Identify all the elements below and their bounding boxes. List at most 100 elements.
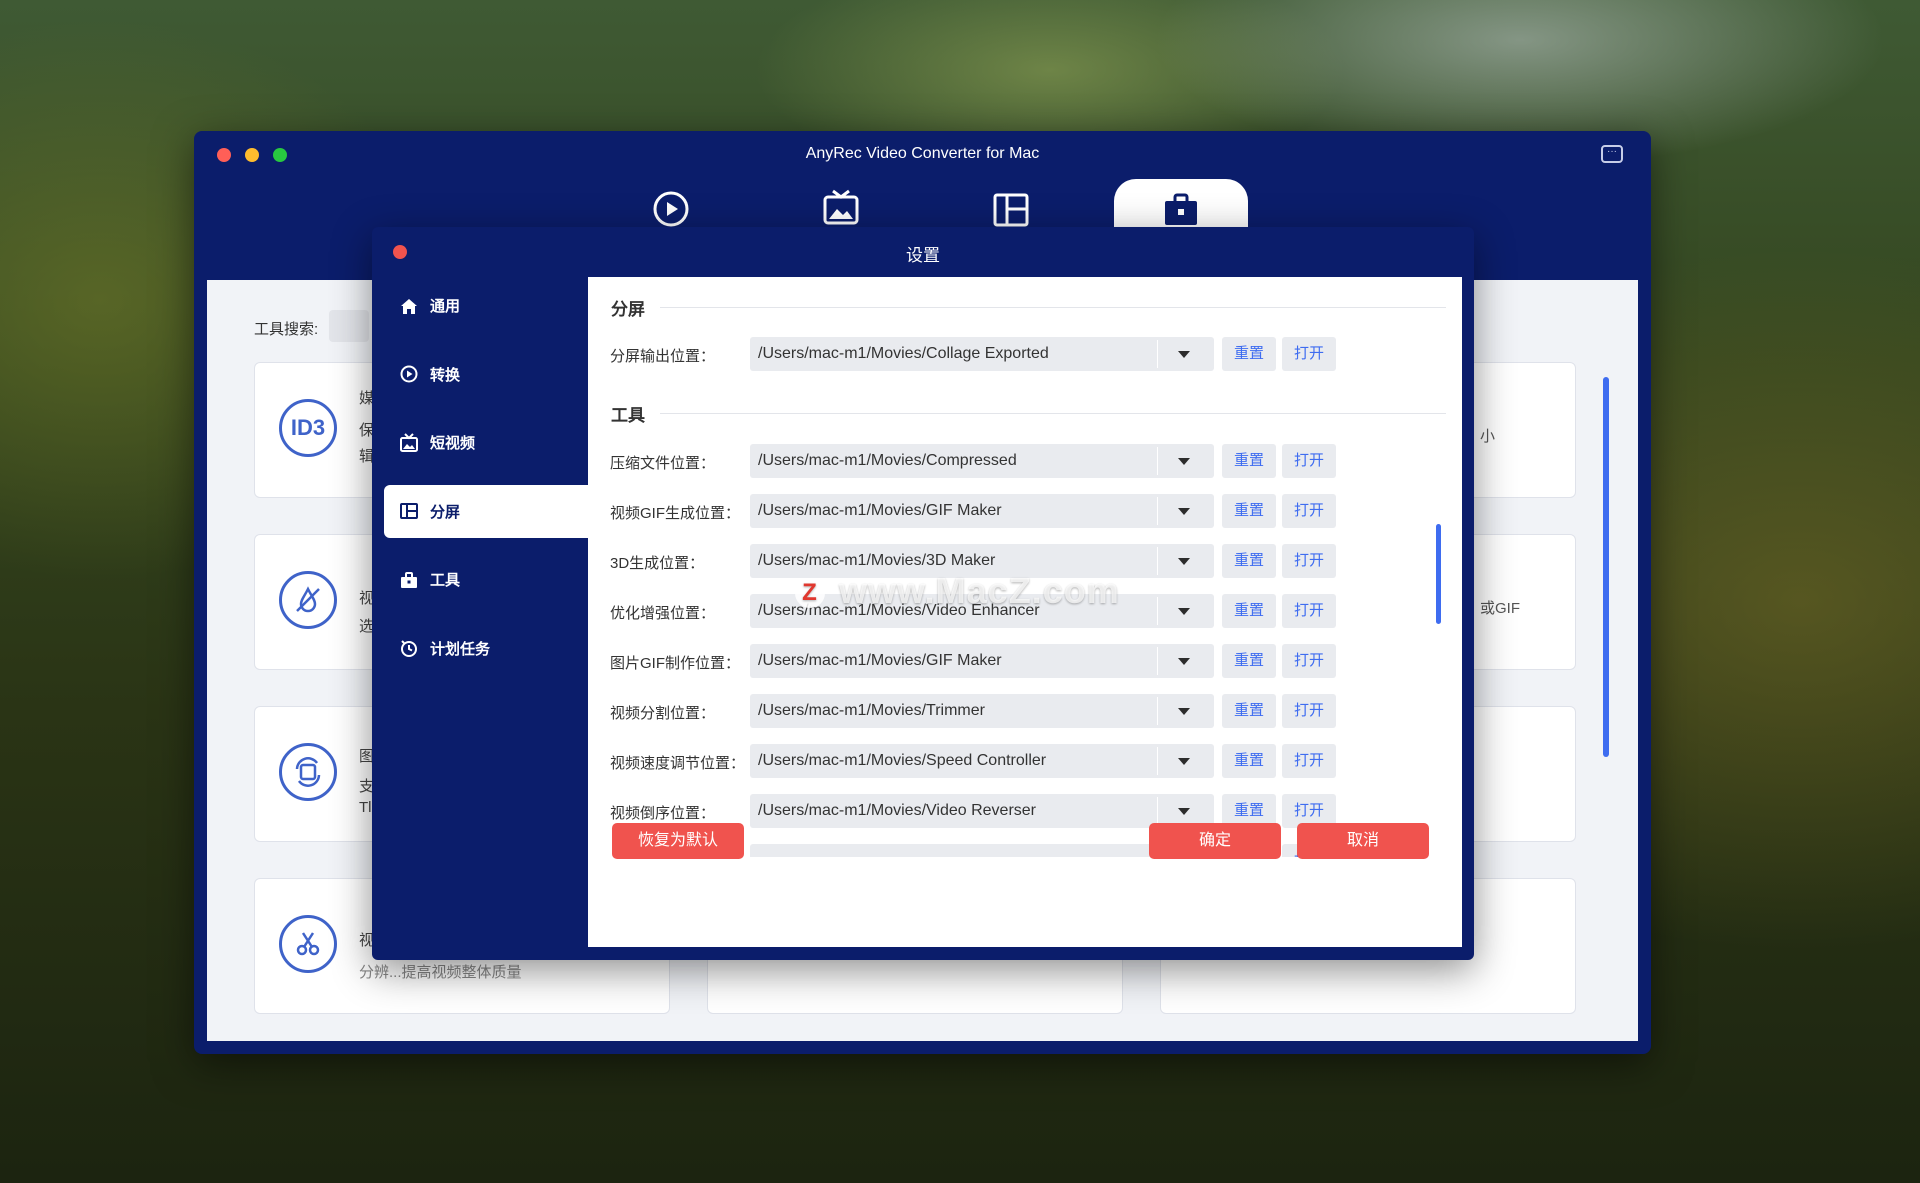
dropdown-divider — [1157, 340, 1158, 368]
toolbox-icon — [398, 569, 420, 591]
path-value: /Users/mac-m1/Movies/Compressed — [758, 452, 1017, 469]
path-value: /Users/mac-m1/Movies/Video Reverser — [758, 802, 1037, 819]
watermark: Zwww.MacZ.com — [795, 570, 1120, 612]
sidebar-item-label: 分屏 — [430, 503, 461, 521]
reset-button[interactable]: 重置 — [1222, 694, 1276, 728]
open-button[interactable]: 打开 — [1282, 444, 1336, 478]
open-button[interactable]: 打开 — [1282, 644, 1336, 678]
toolbox-scrollbar[interactable] — [1603, 377, 1609, 757]
chevron-down-icon — [1178, 458, 1190, 465]
watermark-text: www.MacZ.com — [839, 570, 1120, 611]
sidebar-item-label: 工具 — [430, 572, 461, 589]
path-dropdown[interactable]: /Users/mac-m1/Movies/GIF Maker — [750, 644, 1214, 678]
settings-row: 视频速度调节位置： /Users/mac-m1/Movies/Speed Cont… — [588, 744, 1462, 778]
path-dropdown[interactable]: /Users/mac-m1/Movies/Compressed — [750, 444, 1214, 478]
card-peek: 小 — [1480, 428, 1496, 445]
reset-button[interactable]: 重置 — [1222, 544, 1276, 578]
chevron-down-icon — [1178, 351, 1190, 358]
reset-button[interactable]: 重置 — [1222, 594, 1276, 628]
toolbox-icon — [1165, 193, 1197, 225]
chevron-down-icon — [1178, 758, 1190, 765]
path-value: /Users/mac-m1/Movies/3D Maker — [758, 552, 996, 569]
tab-toolbox[interactable] — [1114, 179, 1248, 227]
row-label: 视频分割位置： — [610, 705, 716, 722]
cancel-button[interactable]: 取消 — [1297, 823, 1429, 859]
app-title: AnyRec Video Converter for Mac — [805, 145, 1040, 162]
path-value: /Users/mac-m1/Movies/GIF Maker — [758, 502, 1002, 519]
row-label: 视频速度调节位置： — [610, 755, 746, 772]
dropdown-divider — [1157, 447, 1158, 475]
confirm-button[interactable]: 确定 — [1149, 823, 1281, 859]
sidebar-item-short-video[interactable]: 短视频 — [384, 416, 588, 469]
dropdown-divider — [1157, 697, 1158, 725]
sidebar-item-tools[interactable]: 工具 — [384, 553, 588, 606]
chevron-down-icon — [1178, 708, 1190, 715]
section-title-tools: 工具 — [611, 406, 645, 425]
path-dropdown[interactable]: /Users/mac-m1/Movies/Speed Controller — [750, 744, 1214, 778]
card-peek: Tl — [359, 799, 372, 816]
settings-row: 压缩文件位置： /Users/mac-m1/Movies/Compressed 重置… — [588, 444, 1462, 478]
dropdown-divider — [1157, 647, 1158, 675]
reset-button[interactable]: 重置 — [1222, 337, 1276, 371]
open-button[interactable]: 打开 — [1282, 744, 1336, 778]
dropdown-divider — [1157, 497, 1158, 525]
section-title-collage: 分屏 — [611, 300, 645, 319]
sidebar-item-label: 计划任务 — [430, 640, 491, 658]
converter-icon — [653, 191, 689, 227]
chevron-down-icon — [1178, 808, 1190, 815]
sidebar-item-convert[interactable]: 转换 — [384, 348, 588, 401]
path-value: /Users/mac-m1/Movies/Collage Exported — [758, 345, 1049, 362]
reset-button[interactable]: 重置 — [1222, 444, 1276, 478]
tab-mv[interactable] — [774, 179, 908, 227]
path-dropdown[interactable]: /Users/mac-m1/Movies/Trimmer — [750, 694, 1214, 728]
row-label: 3D生成位置： — [610, 555, 705, 572]
settings-panel: 分屏 分屏输出位置： /Users/mac-m1/Movies/Collage … — [588, 277, 1462, 947]
sidebar-item-label: 通用 — [430, 298, 461, 315]
open-button[interactable]: 打开 — [1282, 594, 1336, 628]
tool-search-input[interactable] — [329, 310, 369, 342]
row-label: 分屏输出位置： — [610, 348, 716, 365]
dropdown-divider — [1157, 597, 1158, 625]
scissors-icon — [279, 915, 337, 973]
sidebar-item-general[interactable]: 通用 — [384, 279, 588, 332]
feedback-icon[interactable]: ··· — [1601, 145, 1623, 163]
mv-icon — [823, 189, 859, 225]
tab-converter[interactable] — [604, 179, 738, 227]
open-button[interactable]: 打开 — [1282, 337, 1336, 371]
collage-icon — [993, 193, 1029, 227]
mv-icon — [398, 432, 420, 454]
sidebar-item-collage[interactable]: 分屏 — [384, 484, 588, 538]
settings-scroll-area: 分屏 分屏输出位置： /Users/mac-m1/Movies/Collage … — [588, 277, 1462, 857]
clock-icon — [398, 637, 420, 659]
path-dropdown[interactable]: /Users/mac-m1/Movies/GIF Maker — [750, 494, 1214, 528]
reset-button[interactable]: 重置 — [1222, 494, 1276, 528]
chevron-down-icon — [1178, 658, 1190, 665]
path-dropdown[interactable] — [750, 844, 1214, 857]
path-value: /Users/mac-m1/Movies/GIF Maker — [758, 652, 1002, 669]
sidebar-item-schedule[interactable]: 计划任务 — [384, 622, 588, 675]
dropdown-divider — [1157, 797, 1158, 825]
row-label: 图片GIF制作位置： — [610, 655, 740, 672]
collage-icon — [398, 500, 420, 522]
settings-row: 视频分割位置： /Users/mac-m1/Movies/Trimmer 重置 打开 — [588, 694, 1462, 728]
sidebar-item-label: 短视频 — [430, 435, 476, 452]
settings-row: 视频GIF生成位置： /Users/mac-m1/Movies/GIF Maker… — [588, 494, 1462, 528]
tab-collage[interactable] — [944, 179, 1078, 227]
chevron-down-icon — [1178, 508, 1190, 515]
reset-button[interactable]: 重置 — [1222, 644, 1276, 678]
reset-button[interactable]: 重置 — [1222, 744, 1276, 778]
settings-row: 图片GIF制作位置： /Users/mac-m1/Movies/GIF Maker… — [588, 644, 1462, 678]
card-peek: 分辨...提高视频整体质量 — [359, 964, 522, 981]
path-value: /Users/mac-m1/Movies/Trimmer — [758, 702, 985, 719]
droplet-icon — [279, 571, 337, 629]
row-label: 视频GIF生成位置： — [610, 505, 740, 522]
row-label: 优化增强位置： — [610, 605, 716, 622]
path-dropdown[interactable]: /Users/mac-m1/Movies/Video Reverser — [750, 794, 1214, 828]
open-button[interactable]: 打开 — [1282, 494, 1336, 528]
restore-default-button[interactable]: 恢复为默认 — [612, 823, 744, 859]
settings-scrollbar[interactable] — [1436, 524, 1441, 624]
tool-search-label: 工具搜索: — [254, 321, 319, 338]
open-button[interactable]: 打开 — [1282, 544, 1336, 578]
open-button[interactable]: 打开 — [1282, 694, 1336, 728]
path-dropdown[interactable]: /Users/mac-m1/Movies/Collage Exported — [750, 337, 1214, 371]
